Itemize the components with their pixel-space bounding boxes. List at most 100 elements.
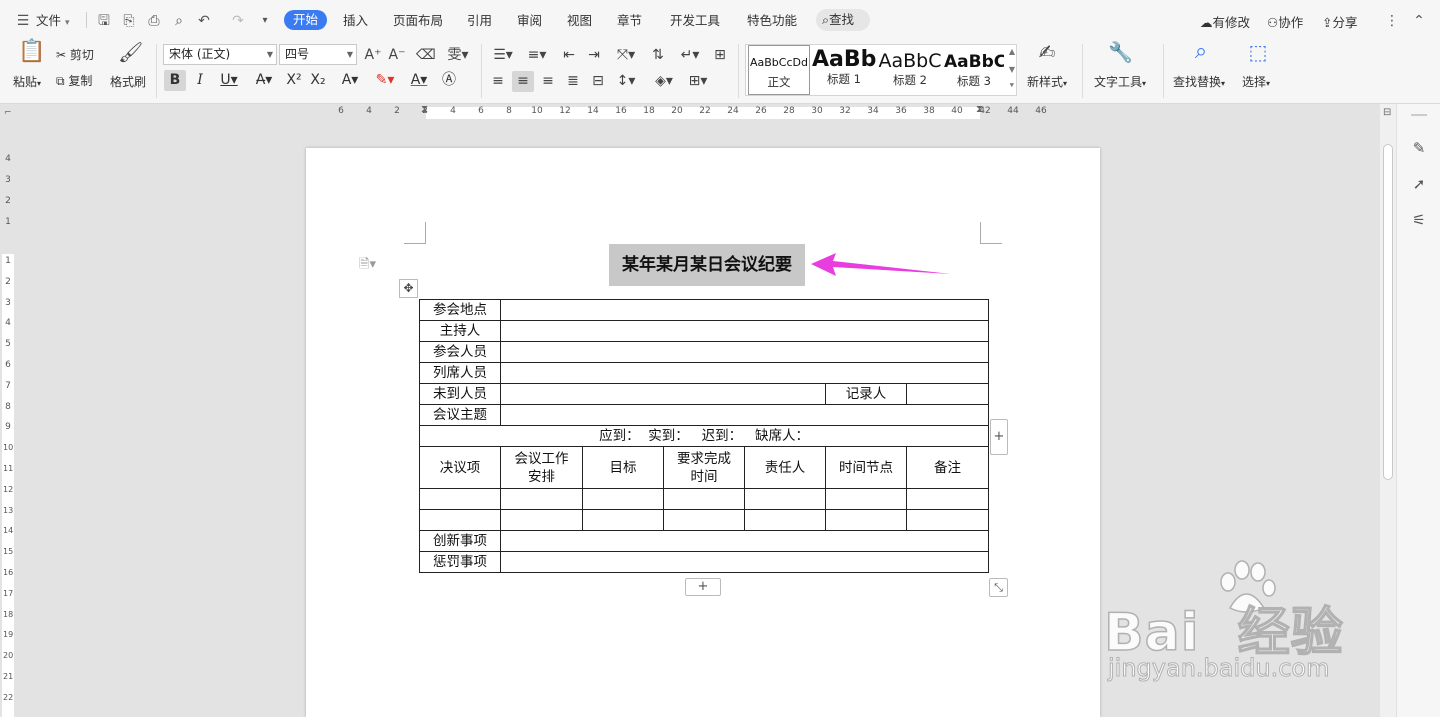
add-row-button[interactable]: + bbox=[685, 578, 721, 596]
tab-developer[interactable]: 开发工具 bbox=[670, 11, 720, 31]
border-icon[interactable]: ⊞▾ bbox=[684, 72, 712, 90]
table-cell[interactable] bbox=[663, 509, 745, 531]
table-cell[interactable]: 责任人 bbox=[744, 446, 826, 489]
table-cell[interactable]: 会议主题 bbox=[419, 404, 501, 426]
search-box[interactable]: ⌕查找 bbox=[816, 9, 870, 31]
text-effect-icon[interactable]: A▾ bbox=[336, 70, 364, 91]
justify-icon[interactable]: ≣ bbox=[564, 72, 582, 90]
table-cell[interactable] bbox=[825, 488, 907, 510]
select-icon[interactable]: ⬚ bbox=[1246, 42, 1270, 69]
table-cell[interactable] bbox=[499, 530, 990, 552]
resize-table-icon[interactable]: ⤡ bbox=[989, 578, 1008, 597]
paste-button[interactable]: 粘贴▾ bbox=[13, 73, 41, 90]
table-cell[interactable]: 时间节点 bbox=[825, 446, 907, 489]
table-cell[interactable] bbox=[582, 488, 664, 510]
table-cell[interactable] bbox=[499, 551, 990, 573]
export-icon[interactable]: ⎘ bbox=[120, 12, 138, 30]
strikethrough-icon[interactable]: A̶▾ bbox=[249, 70, 279, 91]
table-cell[interactable] bbox=[499, 404, 990, 426]
style-heading-1[interactable]: AaBb 标题 1 bbox=[812, 45, 876, 95]
align-left-icon[interactable]: ≡ bbox=[489, 72, 507, 90]
wrench-icon[interactable]: 🔧 bbox=[1108, 42, 1133, 69]
paragraph-options-icon[interactable]: 🗎▾ bbox=[359, 255, 376, 277]
style-heading-2[interactable]: AaBbC 标题 2 bbox=[878, 45, 942, 95]
line-spacing-icon[interactable]: ↕▾ bbox=[612, 72, 640, 90]
table-cell[interactable]: 目标 bbox=[582, 446, 664, 489]
table-cell[interactable] bbox=[905, 383, 990, 405]
print-icon[interactable]: ⎙ bbox=[145, 12, 163, 30]
font-size-select[interactable]: 四号 ▼ bbox=[279, 44, 357, 65]
table-cell[interactable]: 要求完成时间 bbox=[663, 446, 745, 489]
scrollbar-thumb[interactable] bbox=[1383, 144, 1393, 480]
tab-chapter[interactable]: 章节 bbox=[617, 11, 642, 31]
cursor-icon[interactable]: ➚ bbox=[1409, 174, 1429, 194]
document-title[interactable]: 某年某月某日会议纪要 bbox=[609, 244, 805, 286]
table-cell[interactable]: 列席人员 bbox=[419, 362, 501, 384]
vertical-scrollbar[interactable]: ⊟ bbox=[1380, 104, 1396, 717]
text-tools-button[interactable]: 文字工具▾ bbox=[1094, 73, 1146, 90]
table-cell[interactable] bbox=[663, 488, 745, 510]
phonetic-icon[interactable]: 雯▾ bbox=[443, 46, 473, 64]
expand-gallery-icon[interactable]: ⯆ bbox=[1009, 81, 1015, 91]
table-cell[interactable]: 应到： 实到： 迟到： 缺席人： bbox=[418, 425, 990, 447]
share-button[interactable]: ⇪分享 bbox=[1322, 12, 1358, 31]
document-page[interactable]: 🗎▾ ✥ 某年某月某日会议纪要 参会地点 主持人 参会人员 列席人员 未到人员 … bbox=[306, 148, 1100, 717]
tab-stop-icon[interactable]: ⌐ bbox=[4, 108, 12, 118]
new-style-icon[interactable]: ✍ bbox=[1036, 42, 1058, 69]
table-move-handle-icon[interactable]: ✥ bbox=[399, 279, 418, 298]
hamburger-menu-icon[interactable]: ☰ bbox=[14, 12, 32, 30]
shading-icon[interactable]: ◈▾ bbox=[650, 72, 678, 90]
table-cell[interactable]: 主持人 bbox=[419, 320, 501, 342]
settings-sliders-icon[interactable]: ⚟ bbox=[1409, 210, 1429, 230]
brush-icon[interactable]: 🖌 bbox=[118, 42, 143, 69]
table-cell[interactable]: 参会地点 bbox=[419, 299, 501, 321]
collapse-ribbon-icon[interactable]: ⌃ bbox=[1410, 12, 1428, 30]
align-center-icon[interactable]: ≡ bbox=[512, 71, 534, 92]
decrease-font-icon[interactable]: A⁻ bbox=[388, 46, 406, 64]
select-button[interactable]: 选择▾ bbox=[1242, 73, 1270, 90]
style-normal[interactable]: AaBbCcDd 正文 bbox=[748, 45, 810, 95]
paragraph-mark-icon[interactable]: ↵▾ bbox=[676, 46, 704, 64]
tab-view[interactable]: 视图 bbox=[567, 11, 592, 31]
table-cell[interactable]: 备注 bbox=[905, 446, 990, 489]
tab-home[interactable]: 开始 bbox=[284, 10, 328, 30]
italic-icon[interactable]: I bbox=[189, 70, 211, 91]
clear-format-icon[interactable]: ⌫ bbox=[416, 46, 436, 64]
more-icon[interactable]: ⋮ bbox=[1383, 12, 1401, 30]
table-cell[interactable] bbox=[499, 320, 990, 342]
distribute-icon[interactable]: ⊟ bbox=[589, 72, 607, 90]
char-border-icon[interactable]: Ⓐ bbox=[438, 70, 460, 91]
changes-button[interactable]: ☁有修改 bbox=[1200, 12, 1250, 31]
table-cell[interactable] bbox=[499, 341, 990, 363]
tab-references[interactable]: 引用 bbox=[467, 11, 492, 31]
table-cell[interactable] bbox=[905, 488, 990, 510]
magnifier-icon[interactable]: ⌕ bbox=[1189, 41, 1213, 69]
find-replace-button[interactable]: 查找替换▾ bbox=[1173, 73, 1225, 90]
align-right-icon[interactable]: ≡ bbox=[539, 72, 557, 90]
horizontal-ruler[interactable]: 6 4 2 2 4 6 8 10 12 14 16 18 20 22 24 26 28 30 32 34 36 38 40 4… bbox=[0, 104, 1380, 122]
table-cell[interactable] bbox=[500, 383, 826, 405]
file-menu[interactable]: 文件 ▾ bbox=[36, 11, 70, 31]
table-cell[interactable] bbox=[499, 299, 990, 321]
increase-font-icon[interactable]: A⁺ bbox=[364, 46, 382, 64]
font-color-icon[interactable]: A▾ bbox=[404, 70, 434, 91]
table-cell[interactable] bbox=[744, 488, 826, 510]
format-painter-button[interactable]: 格式刷 bbox=[110, 73, 146, 90]
collab-button[interactable]: ⚇协作 bbox=[1267, 12, 1303, 31]
tab-insert[interactable]: 插入 bbox=[343, 11, 368, 31]
tab-review[interactable]: 审阅 bbox=[517, 11, 542, 31]
table-cell[interactable] bbox=[825, 509, 907, 531]
redo-icon[interactable]: ↷ bbox=[229, 12, 247, 30]
superscript-icon[interactable]: X² bbox=[283, 70, 305, 91]
undo-icon[interactable]: ↶ bbox=[195, 12, 213, 30]
copy-button[interactable]: ⧉ 复制 bbox=[56, 72, 92, 89]
right-indent-marker-icon[interactable]: ⧗ bbox=[976, 104, 983, 115]
table-cell[interactable] bbox=[499, 362, 990, 384]
table-cell[interactable] bbox=[500, 509, 583, 531]
table-cell[interactable] bbox=[500, 488, 583, 510]
table-cell[interactable]: 记录人 bbox=[825, 383, 907, 405]
paste-icon[interactable]: 📋 bbox=[18, 41, 45, 69]
table-cell[interactable]: 决议项 bbox=[419, 446, 501, 489]
outdent-icon[interactable]: ⇤ bbox=[560, 46, 578, 64]
tab-special[interactable]: 特色功能 bbox=[747, 11, 797, 31]
